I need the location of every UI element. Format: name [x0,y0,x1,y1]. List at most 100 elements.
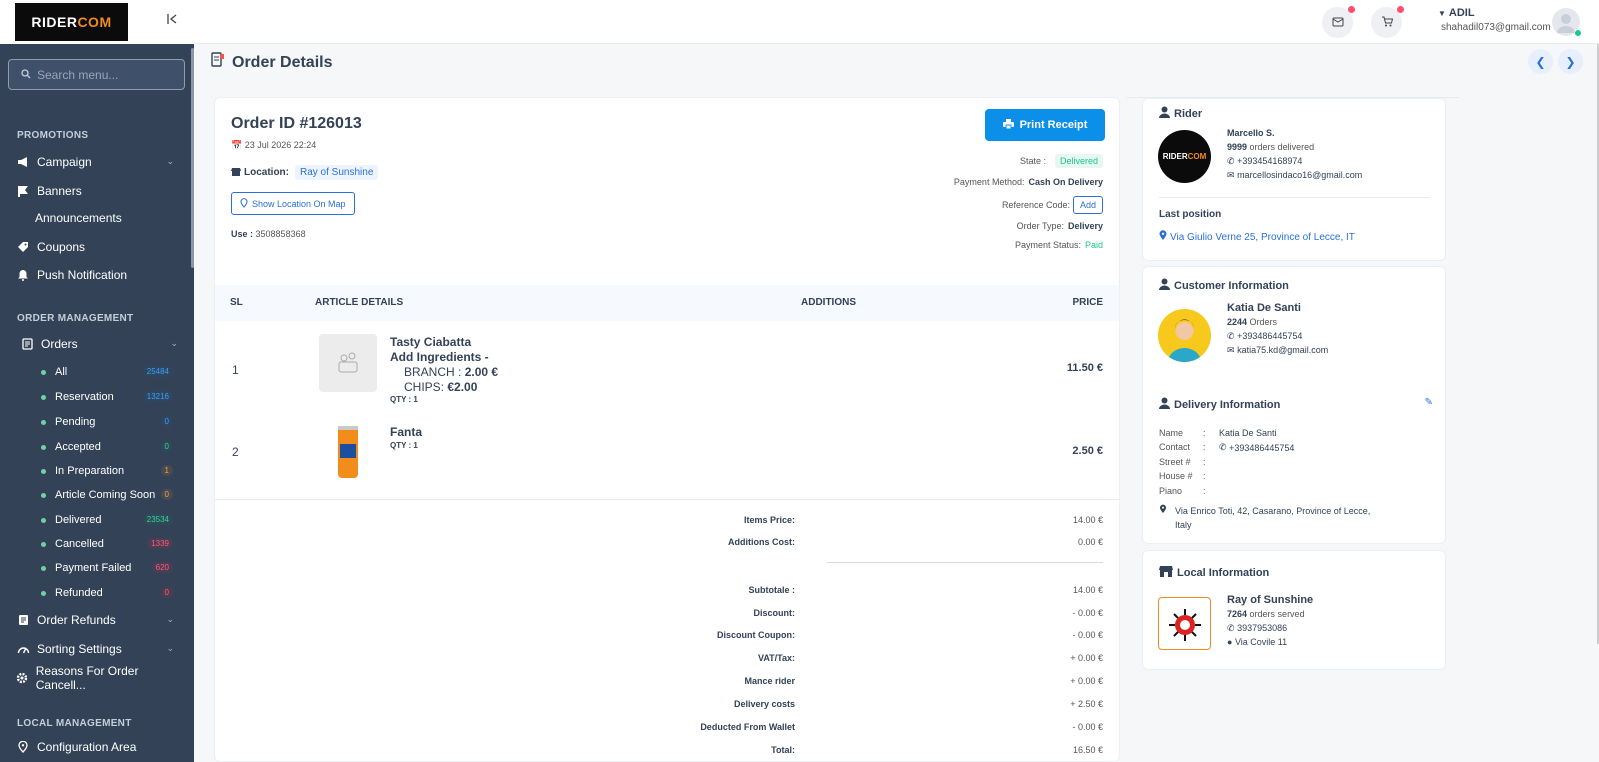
tag-icon [16,240,30,254]
location-chip[interactable]: Ray of Sunshine [295,165,379,180]
local-phone: ✆ 3937953086 [1227,623,1288,633]
column-price: PRICE [1072,297,1103,308]
logo-accent-text: COM [1187,152,1207,161]
rider-phone: ✆ +393454168974 [1227,156,1303,166]
delivery-title: Delivery Information [1159,397,1280,412]
location-pin-icon [1159,504,1175,532]
phone-icon: ✆ [1227,623,1235,633]
sidebar-item-sorting-settings[interactable]: Sorting Settings ⌄ [16,639,178,659]
count-badge: 0 [160,489,173,500]
user-avatar[interactable] [1552,8,1582,37]
summary-label: Delivery costs [733,699,795,709]
summary-value: + 0.00 € [1070,676,1103,686]
bullet-icon [41,565,46,571]
messages-button[interactable] [1322,6,1355,38]
sidebar-subitem-accepted[interactable]: Accepted 0 [41,438,173,456]
top-bar: ▼ ADIL shahadil073@gmail.com [194,0,1599,44]
last-position-link[interactable]: Via Giulio Verne 25, Province of Lecce, … [1159,230,1355,244]
person-icon [1159,278,1170,293]
summary-label: Additions Cost: [728,537,795,547]
flag-icon [16,184,30,198]
summary-value: - 0.00 € [1072,722,1103,732]
sidebar-subitem-all[interactable]: All 25484 [41,363,173,381]
sidebar-subitem-in-preparation[interactable]: In Preparation 1 [41,462,173,480]
chevron-down-icon: ⌄ [166,156,174,166]
brand-logo[interactable]: RIDER COM [15,3,128,41]
summary-label: Items Price: [743,515,795,525]
bullet-icon [41,394,46,400]
items-table-header: SL ARTICLE DETAILS ADDITIONS PRICE [215,285,1119,321]
customer-title: Customer Information [1159,278,1289,293]
print-receipt-button[interactable]: Print Receipt [985,109,1105,141]
sidebar-item-campaign[interactable]: Campaign ⌄ [16,152,178,172]
count-badge: 0 [160,441,173,452]
user-email: shahadil073@gmail.com [1441,22,1551,33]
sidebar-subitem-article-coming-soon[interactable]: Article Coming Soon 0 [41,486,173,504]
product-quantity: QTY : 1 [390,395,418,404]
search-menu-box[interactable] [8,59,185,90]
order-location: Location: Ray of Sunshine [231,165,379,180]
delivery-piano-row: Piano: [1159,486,1206,496]
edit-delivery-icon[interactable]: ✎ [1425,397,1433,408]
receipt-icon [16,613,30,627]
product-price: 2.50 € [1072,445,1103,457]
chevron-down-icon: ⌄ [166,643,174,653]
chevron-down-icon: ⌄ [170,338,178,348]
store-icon [231,167,241,179]
product-name: Tasty Ciabatta [390,335,472,349]
count-badge: 1 [160,465,173,476]
sidebar-item-order-refunds[interactable]: Order Refunds ⌄ [16,610,178,630]
summary-value: + 2.50 € [1070,699,1103,709]
sidebar-item-banners[interactable]: Banners [16,181,178,201]
envelope-icon: ✉ [1227,170,1235,180]
soda-can-icon [338,426,358,478]
add-reference-button[interactable]: Add [1072,196,1103,214]
food-placeholder-icon [338,352,358,373]
section-local-management: LOCAL MANAGEMENT [17,718,132,729]
column-sl: SL [230,297,243,308]
local-info: Ray of Sunshine 7264 orders served ✆ 393… [1227,593,1313,649]
sidebar-item-configuration-area[interactable]: Configuration Area [16,737,178,757]
sidebar-subitem-delivered[interactable]: Delivered 23534 [41,511,173,529]
state-badge: Delivered [1054,154,1103,168]
sidebar: RIDERCOM PROMOTIONS Campaign ⌄ Banners A… [0,0,194,762]
rider-avatar: RIDER COM [1158,130,1211,183]
collapse-sidebar-icon[interactable] [166,13,180,27]
section-order-management: ORDER MANAGEMENT [17,313,134,324]
customer-card: Customer Information Katia De Santi 2244… [1142,266,1446,544]
cart-button[interactable] [1371,6,1404,38]
next-order-button[interactable]: ❯ [1558,49,1583,74]
sidebar-subitem-payment-failed[interactable]: Payment Failed 620 [41,559,173,577]
product-image [319,423,377,481]
sidebar-subitem-cancelled[interactable]: Cancelled 1339 [41,535,173,553]
local-orders: 7264 orders served [1227,609,1305,619]
customer-orders: 2244 Orders [1227,317,1278,327]
show-location-map-button[interactable]: Show Location On Map [231,192,355,215]
sidebar-item-cancel-reasons[interactable]: Reasons For Order Cancell... [16,664,178,692]
sidebar-subitem-refunded[interactable]: Refunded 0 [41,584,173,602]
rider-orders: 9999 orders delivered [1227,142,1315,152]
sidebar-scrollbar[interactable] [191,48,194,268]
bullet-icon [41,492,46,498]
sidebar-item-orders[interactable]: Orders ⌄ [20,334,182,354]
summary-value: 14.00 € [1072,585,1103,595]
delivery-street-row: Street #: [1159,457,1206,467]
user-menu-name[interactable]: ▼ ADIL [1438,7,1475,19]
product-image [319,334,377,392]
delivery-name-row: Name: Katia De Santi [1159,428,1277,438]
sidebar-subitem-pending[interactable]: Pending 0 [41,413,173,431]
previous-order-button[interactable]: ❮ [1528,49,1553,74]
bullet-icon [41,517,46,523]
sidebar-item-announcements[interactable]: Announcements [35,208,197,228]
online-status-dot [1574,29,1582,37]
bullet-icon [41,590,46,596]
sidebar-item-push-notification[interactable]: Push Notification [16,265,178,285]
sidebar-item-coupons[interactable]: Coupons [16,237,178,257]
search-menu-input[interactable] [37,67,177,82]
customer-avatar-illustration [1168,319,1201,362]
customer-name: Katia De Santi [1227,302,1301,314]
customer-info: Katia De Santi 2244 Orders ✆ +3934864457… [1227,301,1328,357]
order-id: Order ID #126013 [231,115,362,132]
sidebar-subitem-reservation[interactable]: Reservation 13216 [41,388,173,406]
bullet-icon [41,444,46,450]
